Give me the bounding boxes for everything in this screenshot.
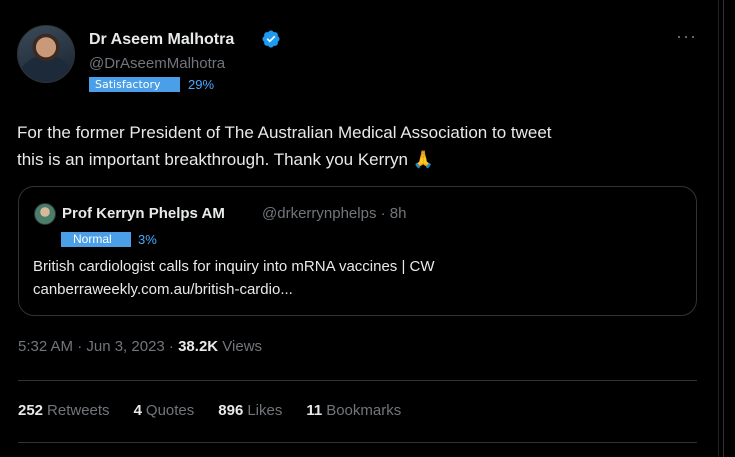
bookmarks-label: Bookmarks (326, 402, 402, 419)
retweets-stat[interactable]: 252 Retweets (18, 402, 110, 419)
retweets-count: 252 (18, 402, 44, 419)
tweet-meta: 5:32 AM · Jun 3, 2023 · 38.2K Views (18, 338, 262, 355)
quoted-link-line[interactable]: canberraweekly.com.au/british-cardio... (33, 278, 683, 301)
quoted-author-name: Prof Kerryn Phelps AM (62, 205, 225, 222)
author-rating-badge: Satisfactory (89, 77, 180, 92)
quotes-stat[interactable]: 4 Quotes (134, 402, 195, 419)
author-avatar[interactable] (17, 25, 75, 83)
author-name[interactable]: Dr Aseem Malhotra (89, 31, 234, 49)
more-options-button[interactable]: ··· (676, 26, 697, 47)
author-rating-percent: 29% (188, 77, 215, 92)
scrollbar[interactable] (718, 0, 735, 457)
views-count: 38.2K (178, 338, 219, 355)
divider (18, 380, 697, 381)
quoted-rating-percent: 3% (138, 232, 157, 247)
tweet-text-line: For the former President of The Australi… (17, 123, 552, 142)
likes-count: 896 (218, 402, 244, 419)
tweet-text-line: this is an important breakthrough. Thank… (17, 150, 434, 169)
verified-badge-icon (262, 30, 280, 48)
quoted-rating-badge: Normal (61, 232, 131, 247)
tweet-text: For the former President of The Australi… (17, 119, 697, 173)
likes-stat[interactable]: 896 Likes (218, 402, 282, 419)
timestamp-link[interactable]: 5:32 AM · Jun 3, 2023 · (18, 338, 178, 355)
views-label: Views (218, 338, 263, 355)
quoted-tweet-text: British cardiologist calls for inquiry i… (33, 255, 683, 301)
quoted-author-handle-time: @drkerrynphelps · 8h (262, 205, 407, 222)
quoted-text-line: British cardiologist calls for inquiry i… (33, 258, 435, 275)
bookmarks-count: 11 (306, 402, 323, 419)
bookmarks-stat[interactable]: 11 Bookmarks (306, 402, 401, 419)
quoted-tweet-card[interactable]: Prof Kerryn Phelps AM @drkerrynphelps · … (18, 186, 697, 316)
quotes-label: Quotes (145, 402, 195, 419)
likes-label: Likes (247, 402, 283, 419)
quoted-author-avatar (34, 203, 56, 225)
engagement-stats: 252 Retweets 4 Quotes 896 Likes 11 Bookmarks (18, 402, 425, 419)
author-handle[interactable]: @DrAseemMalhotra (89, 55, 225, 72)
quotes-count: 4 (133, 402, 142, 419)
retweets-label: Retweets (47, 402, 110, 419)
divider (18, 442, 697, 443)
